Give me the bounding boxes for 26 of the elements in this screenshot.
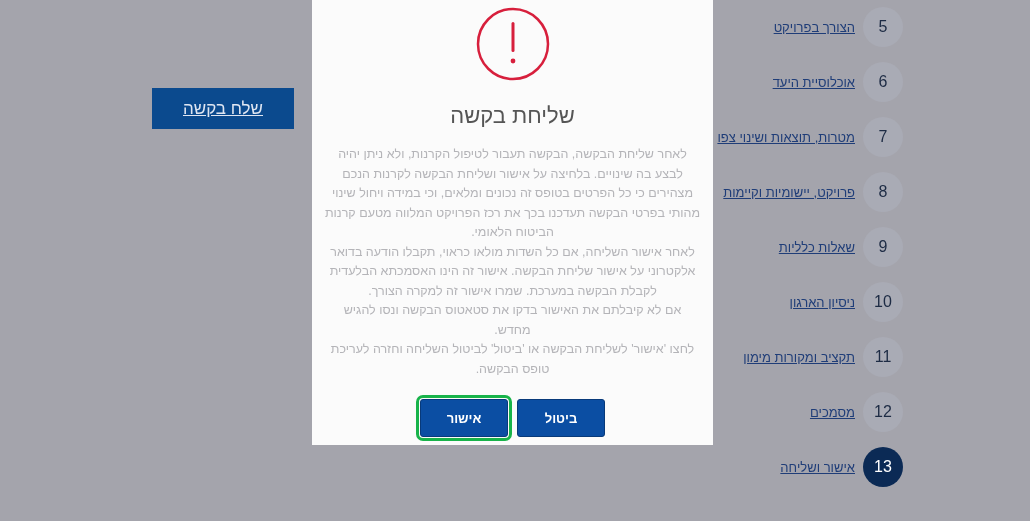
step-number[interactable]: 11 [863,337,903,377]
step-link[interactable]: אישור ושליחה [780,459,855,475]
step-link[interactable]: ניסיון הארגון [789,294,855,310]
dialog-text: לחצו 'אישור' לשליחת הבקשה או 'ביטול' לביטול השליחה וחזרה לעריכת טופס הבקשה. [329,341,696,378]
step-link[interactable]: הצורך בפרויקט [773,19,855,35]
dialog-text: לאחר שליחת הבקשה, הבקשה תעבור לטיפול הקרנות, ולא ניתן יהיה לבצע בה שינויים. בלחיצה על אישור ושליחת הבקשה לקרנות הנכם מצהירים כי כל הפרטים בטופס זה נכונים ומלאים, וכי במידה ויחול שינוי מהותי בפרטי הבקשה תעדכנו בכך את רכז הפרויקט המלווה מטעם קרנות הביטוח הלאומי. [324,146,701,241]
step-number[interactable]: 10 [863,282,903,322]
dialog-button[interactable]: ביטול [517,399,605,437]
step-number[interactable]: 9 [863,227,903,267]
dialog-text: אם לא קיבלתם את האישור בדקו את סטאטוס הבקשה ונסו להגיש מחדש. [342,302,683,339]
alert-icon [475,7,550,81]
send-request-button[interactable]: שלח בקשה [152,88,294,129]
step-link[interactable]: פרויקט, יישומיות וקיימות [723,184,855,200]
step-number[interactable]: 12 [863,392,903,432]
step-link[interactable]: שאלות כלליות [778,239,855,255]
step-link[interactable]: מסמכים [809,404,855,420]
step-link[interactable]: תקציב ומקורות מימון [743,349,855,365]
step-number[interactable]: 7 [863,117,903,157]
step-number[interactable]: 8 [863,172,903,212]
step-number[interactable]: 13 [863,447,903,487]
step-link[interactable]: מטרות, תוצאות ושינוי צפו [717,129,855,145]
dialog-title: שליחת בקשה [450,103,575,129]
step-link[interactable]: אוכלוסיית היעד [772,74,855,90]
step-number[interactable]: 6 [863,62,903,102]
dialog-text: לאחר אישור השליחה, אם כל השדות מולאו כראוי, תקבלו הודעה בדואר אלקטרוני על אישור שליחת הבקשה. אישור זה הינו האסמכתא הבלעדית לקבלת הבקשה במערכת. שמרו אישור זה למקרה הצורך. [328,243,697,300]
step-number[interactable]: 5 [863,7,903,47]
